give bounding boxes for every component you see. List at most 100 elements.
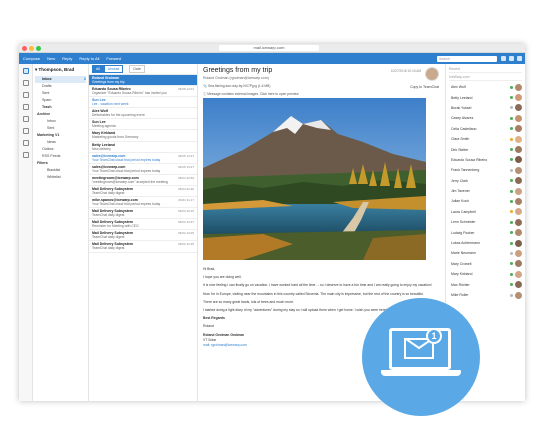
mail-icon[interactable] (22, 68, 29, 74)
folder-label: Sent (42, 91, 50, 95)
tab-all[interactable]: All (92, 65, 104, 73)
settings-icon[interactable] (501, 56, 506, 61)
roster-contact[interactable]: Frank Tannenberg (449, 165, 522, 175)
attached-landscape-photo[interactable] (203, 98, 426, 260)
folder-item[interactable]: Marketing V1 (35, 132, 86, 139)
message-row[interactable]: Mail Delivery Subsystem TeamChat daily di… (89, 186, 197, 198)
contacts-icon[interactable] (22, 80, 29, 86)
contact-avatar (515, 197, 522, 205)
message-row[interactable]: Betty Leeland New delivery (89, 142, 197, 153)
files-icon[interactable] (22, 140, 29, 146)
contact-avatar (515, 218, 522, 226)
toolbar-button-reply[interactable]: Reply (62, 56, 72, 61)
roster-contact[interactable]: Jerry Clark (449, 176, 522, 186)
message-row[interactable]: Mail Delivery Subsystem TeamChat daily di… (89, 208, 197, 220)
roster-contact[interactable]: Eduardo Sousa Ribeiro (449, 155, 522, 165)
folder-item[interactable]: Spam (35, 97, 86, 104)
presence-status-icon (510, 241, 513, 245)
folder-item[interactable]: Sent (35, 90, 86, 97)
roster-contact[interactable]: Max Richter (449, 279, 522, 289)
tab-unread[interactable]: Unread (103, 65, 124, 73)
roster-contact[interactable]: Burak Yuksel (449, 103, 522, 113)
sort-select[interactable]: Date (129, 65, 145, 73)
folder-item[interactable]: RSS Feeds (35, 153, 86, 160)
toolbar-button-compose[interactable]: Compose (23, 56, 40, 61)
contact-name: Ludwig Fischer (451, 230, 475, 235)
message-row[interactable]: Mail Delivery Subsystem TeamChat daily di… (89, 230, 197, 242)
roster-group-header[interactable]: IceWarp.com (449, 74, 522, 81)
roster-contact[interactable]: Dirk Stelter (449, 144, 522, 154)
sender-avatar (425, 67, 439, 81)
roster-title[interactable]: Recent (449, 66, 522, 73)
address-bar[interactable]: mail.icewarp.com (219, 45, 319, 51)
roster-contact[interactable]: Casey Alvarez (449, 113, 522, 123)
message-row[interactable]: mike.spanos@icewarp.com Your TeamChat clo… (89, 197, 197, 209)
notes-icon[interactable] (22, 128, 29, 134)
message-sender[interactable]: Roland Grolman (rgrolman@icewarp.com) (203, 76, 269, 80)
contact-name: Laura Campbell (451, 209, 476, 214)
message-row[interactable]: Eduardo Sousa Ribeiro Organizer "Eduardo … (89, 86, 197, 98)
notice-text: Message contains external images. Click … (207, 92, 299, 96)
message-row[interactable]: Mail Delivery Subsystem Reminder for Meet… (89, 219, 197, 231)
copy-to-teamchat-button[interactable]: Copy to TeamChat (410, 85, 439, 89)
message-row[interactable]: Alex Wolf Deliverables for the upcoming e… (89, 108, 197, 120)
roster-contact[interactable]: Betty Leeland (449, 92, 522, 102)
folder-item[interactable]: Outbox (35, 146, 86, 153)
tasks-icon[interactable] (22, 116, 29, 122)
toolbar-button-new[interactable]: New (47, 56, 55, 61)
message-subject-line: Meeting agenda (92, 124, 116, 129)
roster-contact[interactable]: Julian Koch (449, 196, 522, 206)
roster-contact[interactable]: Mary Kirkland (449, 269, 522, 279)
minimize-window-icon[interactable] (29, 46, 34, 51)
message-subject-line: Organizer "Eduardo Sousa Ribeiro" has in… (92, 91, 167, 96)
toolbar-button-forward[interactable]: Forward (106, 56, 121, 61)
message-row[interactable]: sales@icewarp.com Your TeamChat cloud tri… (89, 164, 197, 175)
roster-contact[interactable]: Lukas Achtermann (449, 238, 522, 248)
roster-contact[interactable]: Laura Campbell (449, 207, 522, 217)
folder-item[interactable]: Whitelist (35, 174, 86, 181)
roster-contact[interactable]: Jim Tavener (449, 186, 522, 196)
toolbar-right: Search (437, 55, 525, 62)
folder-item[interactable]: Inbox (35, 118, 86, 125)
folder-item[interactable]: Inbox 2 (35, 76, 86, 83)
close-window-icon[interactable] (22, 46, 27, 51)
documents-icon[interactable] (22, 104, 29, 110)
contact-name: Julian Koch (451, 199, 470, 204)
maximize-window-icon[interactable] (36, 46, 41, 51)
message-row[interactable]: meetingroom@icewarp.com "meetingroom@icew… (89, 175, 197, 186)
message-time: 06/15 13:37 (178, 153, 194, 158)
roster-contact[interactable]: Ludwig Fischer (449, 227, 522, 237)
roster-contact[interactable]: Alex Wolf (449, 82, 522, 92)
folder-label: Archive (37, 112, 51, 116)
message-row[interactable]: Mail Delivery Subsystem TeamChat daily di… (89, 241, 197, 253)
message-row[interactable]: Mary Kirkland Marketing goods from German… (89, 130, 197, 142)
folder-item[interactable]: Filters (35, 160, 86, 167)
folder-item[interactable]: Trash (35, 104, 86, 111)
notifications-icon[interactable] (509, 56, 514, 61)
contact-avatar (515, 156, 522, 164)
account-name[interactable]: ▾ Thompson, Brad (35, 67, 86, 73)
message-row[interactable]: Roland Grolman Greetings from my trip (89, 75, 197, 87)
external-images-notice[interactable]: ⓘ Message contains external images. Clic… (203, 91, 299, 96)
search-input[interactable]: Search (437, 55, 497, 62)
folder-item[interactable]: Archive (35, 111, 86, 118)
roster-contact[interactable]: Clara Smith (449, 134, 522, 144)
roster-contact[interactable]: Marie Neumann (449, 248, 522, 258)
roster-contact[interactable]: Celia Castellano (449, 124, 522, 134)
roster-contact[interactable]: Mike Roller (449, 290, 522, 300)
folder-label: Spam (42, 98, 52, 102)
user-menu-icon[interactable] (517, 56, 522, 61)
roster-contact[interactable]: Lenn Schneider (449, 217, 522, 227)
folder-item[interactable]: Sent (35, 125, 86, 132)
folder-item[interactable]: Ideas (35, 139, 86, 146)
message-row[interactable]: sales@icewarp.com Your TeamChat cloud tri… (89, 153, 197, 164)
calendar-icon[interactable] (22, 92, 29, 98)
attachment-link[interactable]: 📎 Sea-fishing-tour-day-by-NX7P.jpg (1.6 … (203, 84, 270, 88)
roster-contact[interactable]: Mary Crowell (449, 259, 522, 269)
folder-item[interactable]: Drafts (35, 83, 86, 90)
trash-icon[interactable] (22, 152, 29, 158)
toolbar-button-reply-to-all[interactable]: Reply to All (79, 56, 99, 61)
message-row[interactable]: Sun Lee Lee - vacation next week (89, 97, 197, 109)
message-row[interactable]: Sun Lee Meeting agenda (89, 119, 197, 131)
folder-item[interactable]: Blacklist (35, 167, 86, 174)
